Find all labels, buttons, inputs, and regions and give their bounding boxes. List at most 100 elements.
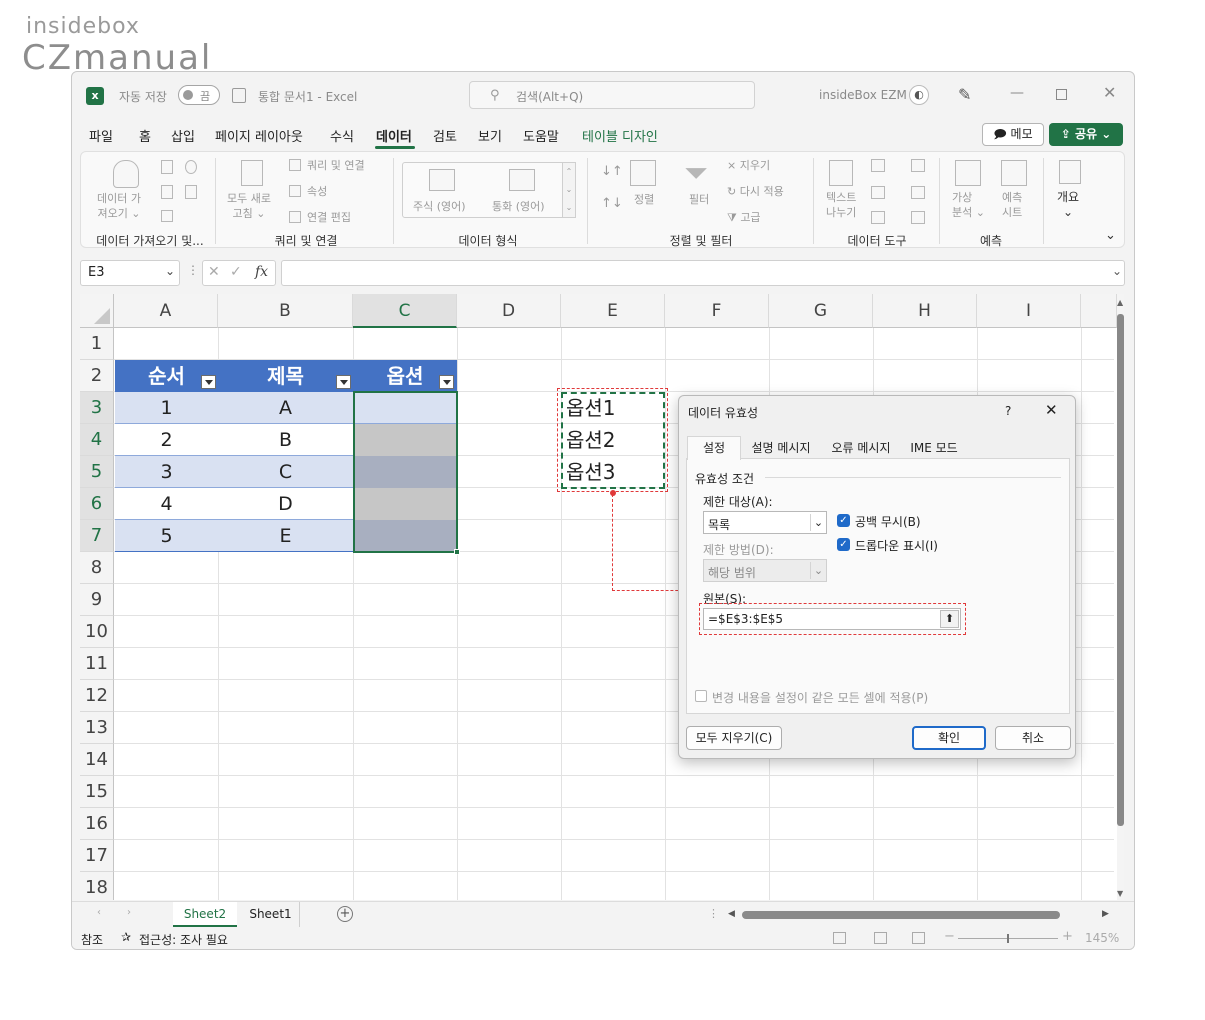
row-header-4[interactable]: 4 [80,424,114,456]
clear-filter-button[interactable]: ⨯ 지우기 [727,158,770,173]
table-cell[interactable]: A [218,392,353,424]
cancel-entry-icon[interactable]: ✕ [208,264,220,280]
more-options-icon[interactable]: ⋮ [187,263,199,277]
ignore-blank-checkbox[interactable]: ✓ [837,514,850,527]
tab-table-design[interactable]: 테이블 디자인 [582,126,658,145]
scroll-up-icon[interactable]: ▲ [1117,298,1123,307]
table-cell[interactable]: 1 [115,392,218,424]
what-if-icon[interactable] [955,160,981,186]
row-header-17[interactable]: 17 [80,840,114,872]
text-to-columns-icon[interactable] [829,160,853,186]
database-icon[interactable] [113,160,139,188]
table-cell[interactable]: 2 [115,424,218,456]
filter-dropdown-icon[interactable] [439,375,454,389]
filter-dropdown-icon[interactable] [336,375,351,389]
accessibility-status[interactable]: 접근성: 조사 필요 [139,931,228,948]
from-table-icon[interactable] [161,210,173,222]
flash-fill-icon[interactable] [871,159,885,172]
table-cell[interactable]: E [218,520,353,552]
tab-file[interactable]: 파일 [89,126,113,145]
filter-dropdown-icon[interactable] [201,375,216,389]
scroll-left-icon[interactable]: ◀ [728,909,735,919]
row-header-11[interactable]: 11 [80,648,114,680]
column-header-g[interactable]: G [769,294,873,328]
reapply-button[interactable]: ↻ 다시 적용 [727,184,784,199]
add-sheet-icon[interactable]: + [337,906,353,922]
autosave-toggle[interactable]: 끔 [178,85,220,105]
help-button[interactable]: ? [1005,404,1011,418]
data-model-icon[interactable] [911,211,925,224]
tabs-split-icon[interactable]: ⋮ [708,907,719,920]
tab-review[interactable]: 검토 [433,126,457,145]
dropdown-checkbox[interactable]: ✓ [837,538,850,551]
column-header-c[interactable]: C [353,294,457,328]
user-name[interactable]: insideBox EZM [819,88,907,102]
row-header-14[interactable]: 14 [80,744,114,776]
table-cell[interactable]: 3 [115,456,218,488]
refresh-icon[interactable] [241,160,263,186]
option-cell[interactable]: 옵션3 [564,456,664,488]
tab-view[interactable]: 보기 [478,126,502,145]
name-box[interactable]: E3 ⌄ [80,260,180,286]
zoom-out-icon[interactable]: − [944,929,955,944]
column-header-i[interactable]: I [977,294,1081,328]
horizontal-scrollbar-thumb[interactable] [742,911,1060,919]
table-cell[interactable]: D [218,488,353,520]
apply-all-checkbox[interactable] [695,690,707,702]
get-data-button[interactable]: 데이터 가 져오기 ⌄ [97,191,141,221]
search-box[interactable]: ⚲ 검색(Alt+Q) [469,81,755,109]
what-if-button[interactable]: 가상 분석 ⌄ [952,190,985,220]
table-cell[interactable]: C [218,456,353,488]
confirm-entry-icon[interactable]: ✓ [230,264,242,280]
row-header-9[interactable]: 9 [80,584,114,616]
scroll-tabs-right-icon[interactable]: › [127,907,131,918]
tab-insert[interactable]: 삽입 [171,126,195,145]
scroll-down-icon[interactable]: ▼ [1117,889,1123,898]
expand-formula-icon[interactable]: ⌄ [1112,264,1122,278]
allow-select[interactable]: 목록 ⌄ [703,511,827,534]
data-validation-icon[interactable] [871,211,885,224]
minimize-icon[interactable]: — [1010,85,1024,101]
table-header-cell[interactable]: 제목 [218,360,353,392]
from-web-icon[interactable] [161,185,173,199]
normal-view-icon[interactable] [833,932,846,944]
row-header-1[interactable]: 1 [80,328,114,360]
share-button[interactable]: ⇪ 공유 ⌄ [1049,123,1123,146]
vertical-scrollbar[interactable]: ▲ ▼ [1117,294,1124,900]
relationships-icon[interactable] [911,186,925,199]
properties-button[interactable]: 속성 [307,184,327,199]
pen-icon[interactable]: ✎ [958,85,971,104]
tab-input-message[interactable]: 설명 메시지 [745,437,817,459]
tab-home[interactable]: 홈 [139,126,151,145]
page-break-view-icon[interactable] [912,932,925,944]
edit-links-icon[interactable] [289,211,301,223]
row-header-16[interactable]: 16 [80,808,114,840]
column-header-f[interactable]: F [665,294,769,328]
clear-all-button[interactable]: 모두 지우기(C) [686,726,782,750]
select-all-corner[interactable] [80,294,114,328]
column-header-j[interactable] [1081,294,1117,328]
text-to-columns-button[interactable]: 텍스트 나누기 [826,190,856,220]
collapse-dialog-icon[interactable]: ⬆ [940,610,959,628]
sheet-tab[interactable]: Sheet2 [173,902,237,927]
tab-data[interactable]: 데이터 [376,126,412,145]
scroll-right-icon[interactable]: ▶ [1102,909,1109,919]
avatar[interactable]: ◐ [909,85,929,105]
sort-button[interactable]: 정렬 [634,192,654,207]
column-header-b[interactable]: B [218,294,353,328]
column-header-d[interactable]: D [457,294,561,328]
row-header-8[interactable]: 8 [80,552,114,584]
table-header-cell[interactable]: 순서 [115,360,218,392]
remove-duplicates-icon[interactable] [871,186,885,199]
table-cell[interactable]: 4 [115,488,218,520]
forecast-sheet-button[interactable]: 예측 시트 [1002,190,1022,220]
column-header-a[interactable]: A [114,294,218,328]
scrollbar-thumb[interactable] [1117,314,1124,826]
option-cell[interactable]: 옵션1 [564,392,664,424]
table-cell[interactable]: B [218,424,353,456]
filter-icon[interactable]: ⏷ [684,156,708,191]
zoom-in-icon[interactable]: + [1062,929,1073,944]
sort-icon[interactable] [630,160,656,186]
properties-icon[interactable] [289,185,301,197]
filter-button[interactable]: 필터 [689,192,709,207]
